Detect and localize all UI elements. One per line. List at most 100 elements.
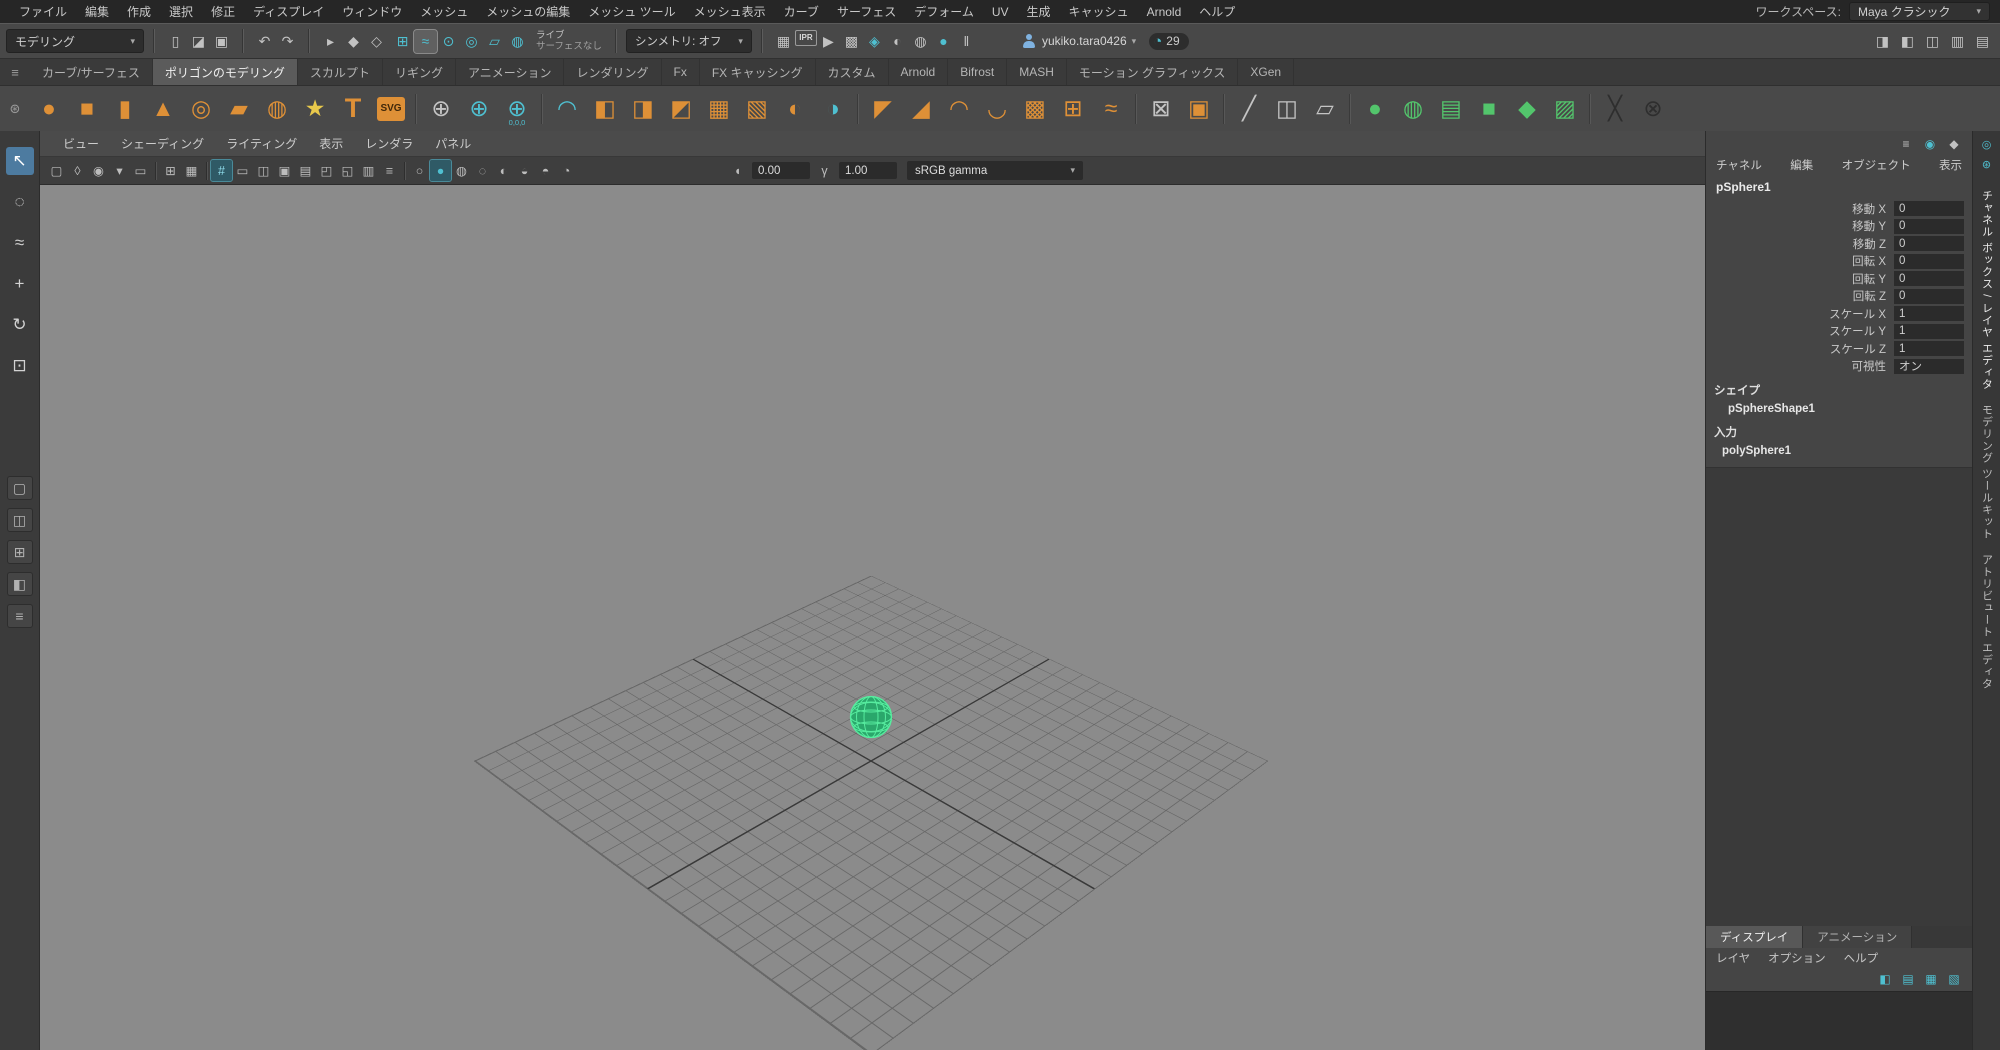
menubar-item[interactable]: ファイル bbox=[10, 3, 76, 20]
shelf-separator[interactable] bbox=[1218, 90, 1230, 128]
layer-visibility-icon[interactable]: ◧ bbox=[1877, 971, 1893, 987]
symmetry-select[interactable]: シンメトリ: オフ ▾ bbox=[625, 29, 752, 53]
show-origin-icon[interactable]: ⊕ bbox=[422, 90, 460, 128]
light-editor-icon[interactable]: ◐ bbox=[886, 30, 909, 53]
motion-blur-icon[interactable]: ◔ bbox=[556, 160, 577, 181]
smooth-icon[interactable]: ▩ bbox=[1016, 90, 1054, 128]
menubar-item[interactable]: 修正 bbox=[202, 3, 244, 20]
panel-strip-tab[interactable]: チャネル ボックス / レイヤ エディタ bbox=[1979, 190, 1995, 390]
strip-gear-icon[interactable]: ⊛ bbox=[1979, 156, 1995, 172]
gamma-field[interactable]: 1.00 bbox=[839, 162, 897, 179]
poly-sphere-icon[interactable]: ● bbox=[30, 90, 68, 128]
workspace-panel-toggle-icon[interactable]: ▤ bbox=[1971, 30, 1994, 53]
scale-tool-icon[interactable]: ⊡ bbox=[6, 352, 34, 380]
shadows-icon[interactable]: ◒ bbox=[514, 160, 535, 181]
shelf-tab[interactable]: レンダリング bbox=[564, 59, 662, 85]
viewport-3d[interactable] bbox=[40, 185, 1705, 1050]
hud-toggle-icon[interactable]: ▥ bbox=[358, 160, 379, 181]
channel-box-menu-item[interactable]: チャネル bbox=[1716, 157, 1762, 173]
safe-action-icon[interactable]: ◰ bbox=[316, 160, 337, 181]
target-weld-icon[interactable]: ⊗ bbox=[1634, 90, 1672, 128]
menubar-item[interactable]: 作成 bbox=[118, 3, 160, 20]
shelf-tab[interactable]: FX キャッシング bbox=[700, 59, 816, 85]
select-object-mask-icon[interactable]: ◆ bbox=[342, 30, 365, 53]
type-tool-icon[interactable]: T bbox=[334, 90, 372, 128]
bookmarks-icon[interactable]: ▾ bbox=[109, 160, 130, 181]
sculpt-relax-icon[interactable]: ▤ bbox=[1432, 90, 1470, 128]
snap-to-curve-icon[interactable]: ≈ bbox=[413, 28, 438, 54]
gamma-icon[interactable]: γ bbox=[814, 160, 835, 181]
menubar-item[interactable]: UV bbox=[983, 5, 1018, 19]
resolution-gate-icon[interactable]: ◫ bbox=[253, 160, 274, 181]
select-tool-icon[interactable]: ↖ bbox=[5, 147, 34, 175]
user-account-menu[interactable]: yukiko.tara0426 ▾ bbox=[1021, 33, 1136, 49]
wrap-deformer-icon[interactable]: ▣ bbox=[1180, 90, 1218, 128]
shelf-tab[interactable]: ポリゴンのモデリング bbox=[152, 59, 298, 85]
menubar-item[interactable]: メッシュの編集 bbox=[477, 3, 579, 20]
wireframe-icon[interactable]: ○ bbox=[409, 160, 430, 181]
field-chart-icon[interactable]: ▤ bbox=[295, 160, 316, 181]
slide-edge-icon[interactable]: ╳ bbox=[1596, 90, 1634, 128]
pt-separator[interactable] bbox=[151, 160, 160, 181]
shelf-tab[interactable]: MASH bbox=[1007, 59, 1067, 85]
menu-set-select[interactable]: モデリング ▾ bbox=[6, 29, 144, 53]
channel-value-field[interactable]: 0 bbox=[1894, 236, 1964, 252]
menubar-item[interactable]: デフォーム bbox=[905, 3, 983, 20]
snap-to-view-plane-icon[interactable]: ▱ bbox=[483, 30, 506, 53]
lights-icon[interactable]: ◐ bbox=[493, 160, 514, 181]
flip-icon[interactable]: ◑ bbox=[814, 90, 852, 128]
select-component-mask-icon[interactable]: ◇ bbox=[365, 30, 388, 53]
shelf-separator[interactable] bbox=[1130, 90, 1142, 128]
extrude-icon[interactable]: ◤ bbox=[864, 90, 902, 128]
shelf-tab[interactable]: カーブ/サーフェス bbox=[30, 59, 153, 85]
menubar-item[interactable]: ヘルプ bbox=[1190, 3, 1244, 20]
menubar-item[interactable]: Arnold bbox=[1138, 5, 1191, 19]
shelf-tab-menu-icon[interactable]: ≡ bbox=[0, 59, 30, 85]
hypershade-icon[interactable]: ◈ bbox=[863, 30, 886, 53]
paint-sculpt-icon[interactable]: ● bbox=[1356, 90, 1394, 128]
shelf-separator[interactable] bbox=[1584, 90, 1596, 128]
panel-strip-tab[interactable]: モデリング ツールキット bbox=[1979, 404, 1995, 540]
bevel-icon[interactable]: ◢ bbox=[902, 90, 940, 128]
use-default-material-icon[interactable]: ◌ bbox=[472, 160, 493, 181]
poly-cylinder-icon[interactable]: ▮ bbox=[106, 90, 144, 128]
fill-hole-icon[interactable]: ◡ bbox=[978, 90, 1016, 128]
render-settings-icon[interactable]: ▩ bbox=[840, 30, 863, 53]
bridge-icon[interactable]: ◠ bbox=[940, 90, 978, 128]
object-details-icon[interactable]: ≡ bbox=[379, 160, 400, 181]
shelf-tab[interactable]: Arnold bbox=[889, 59, 949, 85]
session-timer[interactable]: ◔ 29 bbox=[1149, 32, 1189, 50]
menubar-item[interactable]: ウィンドウ bbox=[333, 3, 411, 20]
channel-label[interactable]: スケール Y bbox=[1706, 323, 1894, 339]
boolean-union-icon[interactable]: ◧ bbox=[586, 90, 624, 128]
2d-pan-zoom-icon[interactable]: ⊞ bbox=[160, 160, 181, 181]
ipr-render-icon[interactable]: IPR bbox=[794, 29, 817, 46]
select-hierarchy-mask-icon[interactable]: ▸ bbox=[319, 30, 342, 53]
channel-value-field[interactable]: 0 bbox=[1894, 201, 1964, 217]
shape-node-name[interactable]: pSphereShape1 bbox=[1706, 400, 1972, 417]
rotate-tool-icon[interactable]: ↻ bbox=[6, 311, 34, 339]
select-camera-icon[interactable]: ▢ bbox=[46, 160, 67, 181]
channel-value-field[interactable]: 1 bbox=[1894, 341, 1964, 357]
channel-label[interactable]: 回転 Z bbox=[1706, 288, 1894, 304]
strip-pin-icon[interactable]: ◎ bbox=[1979, 136, 1995, 152]
smooth-shade-icon[interactable]: ● bbox=[429, 159, 452, 182]
svg-tool-icon[interactable]: SVG bbox=[372, 90, 410, 128]
shelf-separator[interactable] bbox=[536, 90, 548, 128]
panel-menu-item[interactable]: シェーディング bbox=[110, 135, 215, 152]
snap-to-point-icon[interactable]: ⊙ bbox=[437, 30, 460, 53]
grid-toggle-icon[interactable]: # bbox=[210, 159, 233, 182]
shelf-tab[interactable]: Fx bbox=[662, 59, 700, 85]
channel-box-menu-item[interactable]: 編集 bbox=[1790, 157, 1813, 173]
poly-star-icon[interactable]: ★ bbox=[296, 90, 334, 128]
colorspace-select[interactable]: sRGB gamma ▾ bbox=[907, 161, 1083, 180]
menubar-item[interactable]: ディスプレイ bbox=[244, 3, 333, 20]
lattice-icon[interactable]: ⊠ bbox=[1142, 90, 1180, 128]
menubar-item[interactable]: カーブ bbox=[775, 3, 828, 20]
menubar-item[interactable]: 編集 bbox=[76, 3, 118, 20]
add-divisions-icon[interactable]: ⊞ bbox=[1054, 90, 1092, 128]
snap-to-projected-center-icon[interactable]: ◎ bbox=[460, 30, 483, 53]
layer-editor-menu-item[interactable]: レイヤ bbox=[1716, 950, 1750, 966]
menubar-item[interactable]: 選択 bbox=[160, 3, 202, 20]
new-layer-from-selected-icon[interactable]: ▦ bbox=[1923, 971, 1939, 987]
